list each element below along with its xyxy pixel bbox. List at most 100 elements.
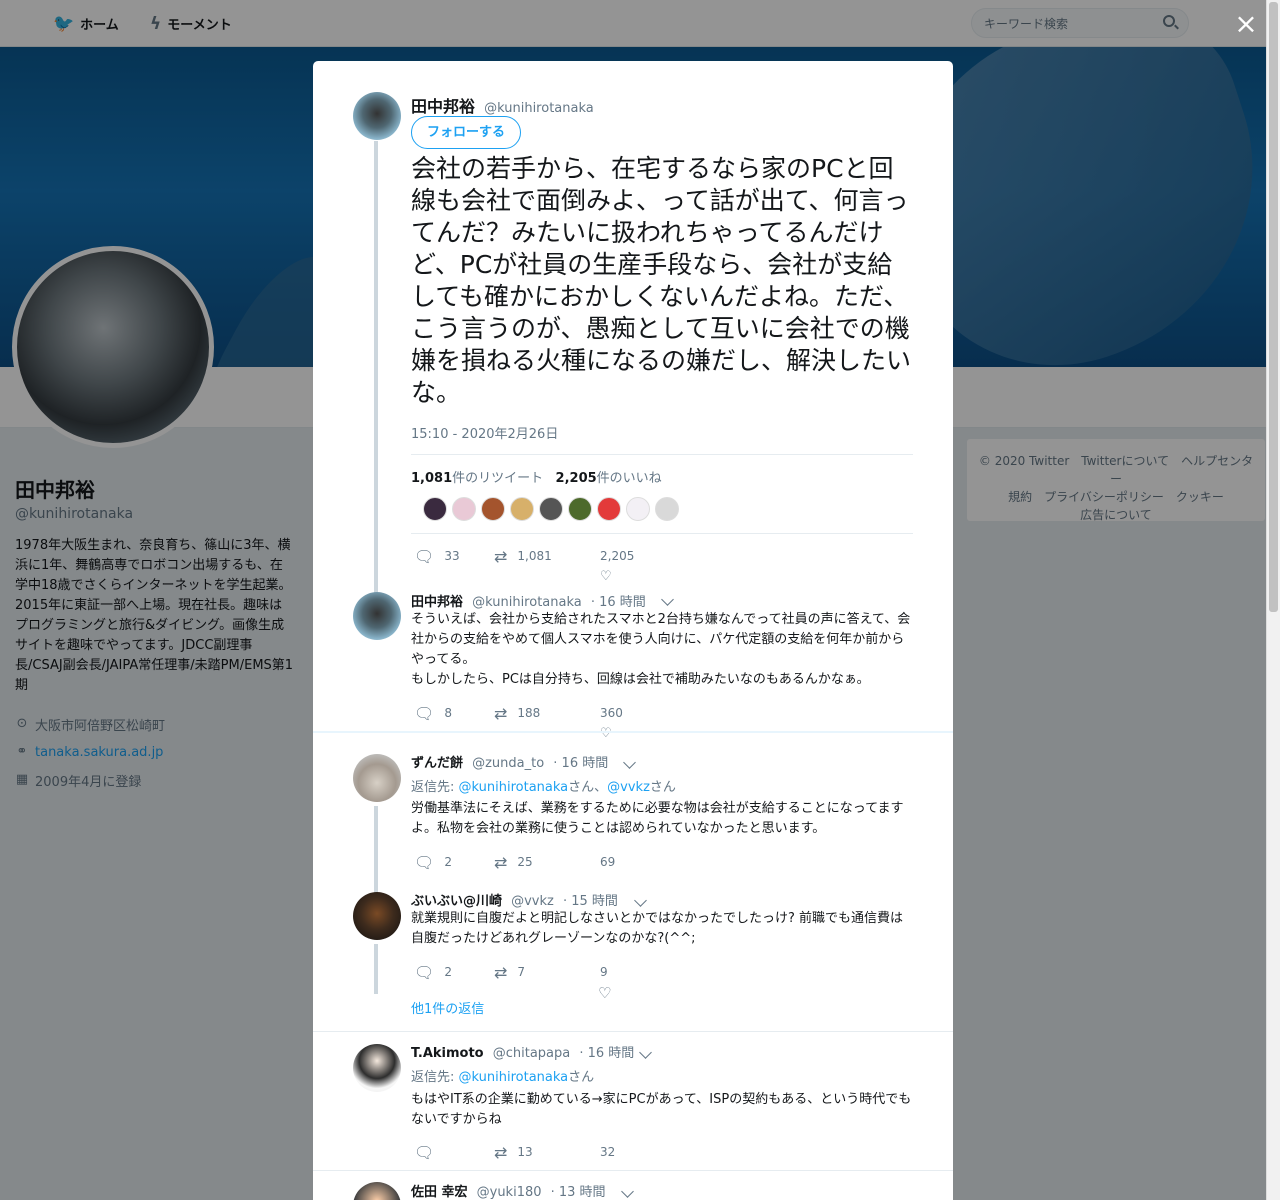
retweet-count-label: 件のリツイート	[452, 471, 544, 486]
liker-avatar[interactable]	[452, 497, 476, 521]
reply-avatar[interactable]	[353, 592, 401, 640]
reply-handle[interactable]: @zunda_to	[472, 756, 544, 771]
retweet-button[interactable]: ⇄ 188	[494, 706, 540, 722]
reply-name[interactable]: T.Akimoto	[411, 1046, 484, 1061]
like-count-action: 2,205	[600, 549, 635, 563]
reply-to-link[interactable]: @vvkz	[607, 780, 650, 795]
reply-text: もはやIT系の企業に勤めている→家にPCがあって、ISPの契約もある、という時代…	[411, 1092, 912, 1127]
reply-header: T.Akimoto @chitapapa · 16 時間	[411, 1042, 634, 1061]
reply-time[interactable]: · 13 時間	[551, 1185, 606, 1200]
divider	[411, 454, 913, 455]
scrollbar-thumb[interactable]	[1269, 2, 1278, 612]
reply-avatar[interactable]	[353, 892, 401, 940]
thread-line	[374, 141, 378, 601]
reply-count: 33	[444, 549, 460, 563]
reply-avatar[interactable]	[353, 1182, 401, 1200]
reply-header: 田中邦裕 @kunihirotanaka · 16 時間	[411, 591, 646, 610]
divider	[313, 1031, 953, 1032]
reply-icon: 🗨	[414, 547, 435, 566]
retweet-button[interactable]: ⇄ 25	[494, 855, 533, 871]
heart-icon[interactable]: ♡	[600, 726, 612, 742]
reply-avatar[interactable]	[353, 754, 401, 802]
reply-to-line: 返信先: @kunihirotanakaさん	[411, 1066, 594, 1085]
close-icon[interactable]: ×	[1233, 10, 1259, 38]
chevron-down-icon[interactable]	[639, 1046, 652, 1059]
liker-avatar[interactable]	[568, 497, 592, 521]
reply-name[interactable]: 佐田 幸宏	[411, 1185, 468, 1200]
retweet-button[interactable]: ⇄ 7	[494, 965, 525, 981]
like-count: 360	[600, 706, 623, 720]
reply-count: 2	[444, 965, 452, 979]
retweet-count[interactable]: 1,081	[411, 471, 452, 486]
like-count[interactable]: 2,205	[556, 471, 597, 486]
reply-button[interactable]: 🗨 2	[414, 965, 452, 981]
liker-avatar[interactable]	[539, 497, 563, 521]
reply-text: 労働基準法にそえば、業務をするために必要な物は会社が支給することになってますよ。…	[411, 801, 904, 836]
reply-to-prefix: 返信先:	[411, 1070, 459, 1085]
reply-handle[interactable]: @yuki180	[477, 1185, 542, 1200]
liker-avatar[interactable]	[423, 497, 447, 521]
reply-to-link[interactable]: @kunihirotanaka	[459, 1070, 569, 1085]
main-tweet-text: 会社の若手から、在宅するなら家のPCと回線も会社で面倒みよ、って話が出て、何言っ…	[411, 154, 912, 407]
like-button[interactable]: 9	[600, 965, 608, 979]
reply-button[interactable]: 🗨 33	[414, 549, 460, 565]
chevron-down-icon[interactable]	[621, 1185, 634, 1198]
chevron-down-icon[interactable]	[634, 894, 647, 907]
retweet-button[interactable]: ⇄ 1,081	[494, 549, 552, 565]
retweet-button[interactable]: ⇄ 13	[494, 1145, 533, 1161]
chevron-down-icon[interactable]	[661, 593, 674, 606]
heart-icon[interactable]: ♡	[598, 985, 611, 1001]
reply-name[interactable]: ぶいぶい@川崎	[411, 894, 502, 909]
heart-icon[interactable]: ♡	[600, 569, 612, 585]
reply-handle[interactable]: @kunihirotanaka	[472, 595, 582, 610]
reply-button[interactable]: 🗨 2	[414, 855, 452, 871]
likers-avatars	[423, 497, 679, 521]
reply-time[interactable]: · 16 時間	[591, 595, 646, 610]
reply-avatar[interactable]	[353, 1044, 401, 1092]
reply-handle[interactable]: @chitapapa	[493, 1046, 571, 1061]
reply-name[interactable]: ずんだ餅	[411, 756, 463, 771]
main-tweet-avatar[interactable]	[353, 92, 401, 140]
reply-count: 8	[444, 706, 452, 720]
reply-to-suffix: さん	[568, 1070, 595, 1085]
retweet-icon: ⇄	[494, 853, 508, 872]
like-button[interactable]: 2,205	[600, 549, 634, 563]
liker-avatar[interactable]	[510, 497, 534, 521]
follow-button[interactable]: フォローする	[411, 116, 521, 149]
reply-time[interactable]: · 15 時間	[563, 894, 618, 909]
reply-button[interactable]: 🗨	[414, 1145, 434, 1161]
reply-button[interactable]: 🗨 8	[414, 706, 452, 722]
reply-header: ずんだ餅 @zunda_to · 16 時間	[411, 752, 608, 771]
reply-name[interactable]: 田中邦裕	[411, 595, 463, 610]
retweet-icon: ⇄	[494, 1143, 508, 1162]
like-button[interactable]: 32	[600, 1145, 615, 1159]
reply-count: 2	[444, 855, 452, 869]
main-tweet-handle[interactable]: @kunihirotanaka	[484, 101, 594, 116]
like-button[interactable]: 360	[600, 706, 623, 720]
reply-to-mid: さん、	[568, 780, 608, 795]
liker-avatar[interactable]	[655, 497, 679, 521]
retweet-count: 188	[517, 706, 541, 720]
like-count: 32	[600, 1145, 616, 1159]
retweet-icon: ⇄	[494, 547, 508, 566]
reply-handle[interactable]: @vvkz	[511, 894, 554, 909]
liker-avatar[interactable]	[481, 497, 505, 521]
reply-to-link[interactable]: @kunihirotanaka	[459, 780, 569, 795]
reply-icon: 🗨	[414, 1143, 435, 1162]
like-count: 69	[600, 855, 616, 869]
like-button[interactable]: 69	[600, 855, 615, 869]
page-scrollbar[interactable]	[1266, 0, 1280, 1200]
reply-time[interactable]: · 16 時間	[553, 756, 608, 771]
reply-header: 佐田 幸宏 @yuki180 · 13 時間	[411, 1181, 606, 1200]
reply-text: そういえば、会社から支給されたスマホと2台持ち嫌なんでって社員の声に答えて、会社…	[411, 612, 911, 687]
chevron-down-icon[interactable]	[623, 756, 636, 769]
liker-avatar[interactable]	[626, 497, 650, 521]
liker-avatar[interactable]	[597, 497, 621, 521]
reply-time[interactable]: · 16 時間	[579, 1046, 634, 1061]
retweet-count: 25	[517, 855, 533, 869]
main-tweet-timestamp[interactable]: 15:10 - 2020年2月26日	[411, 423, 558, 442]
main-tweet-header: 田中邦裕 @kunihirotanaka	[411, 93, 594, 117]
main-tweet-name[interactable]: 田中邦裕	[411, 97, 475, 116]
like-count: 9	[600, 965, 608, 979]
show-more-replies-link[interactable]: 他1件の返信	[411, 998, 484, 1017]
